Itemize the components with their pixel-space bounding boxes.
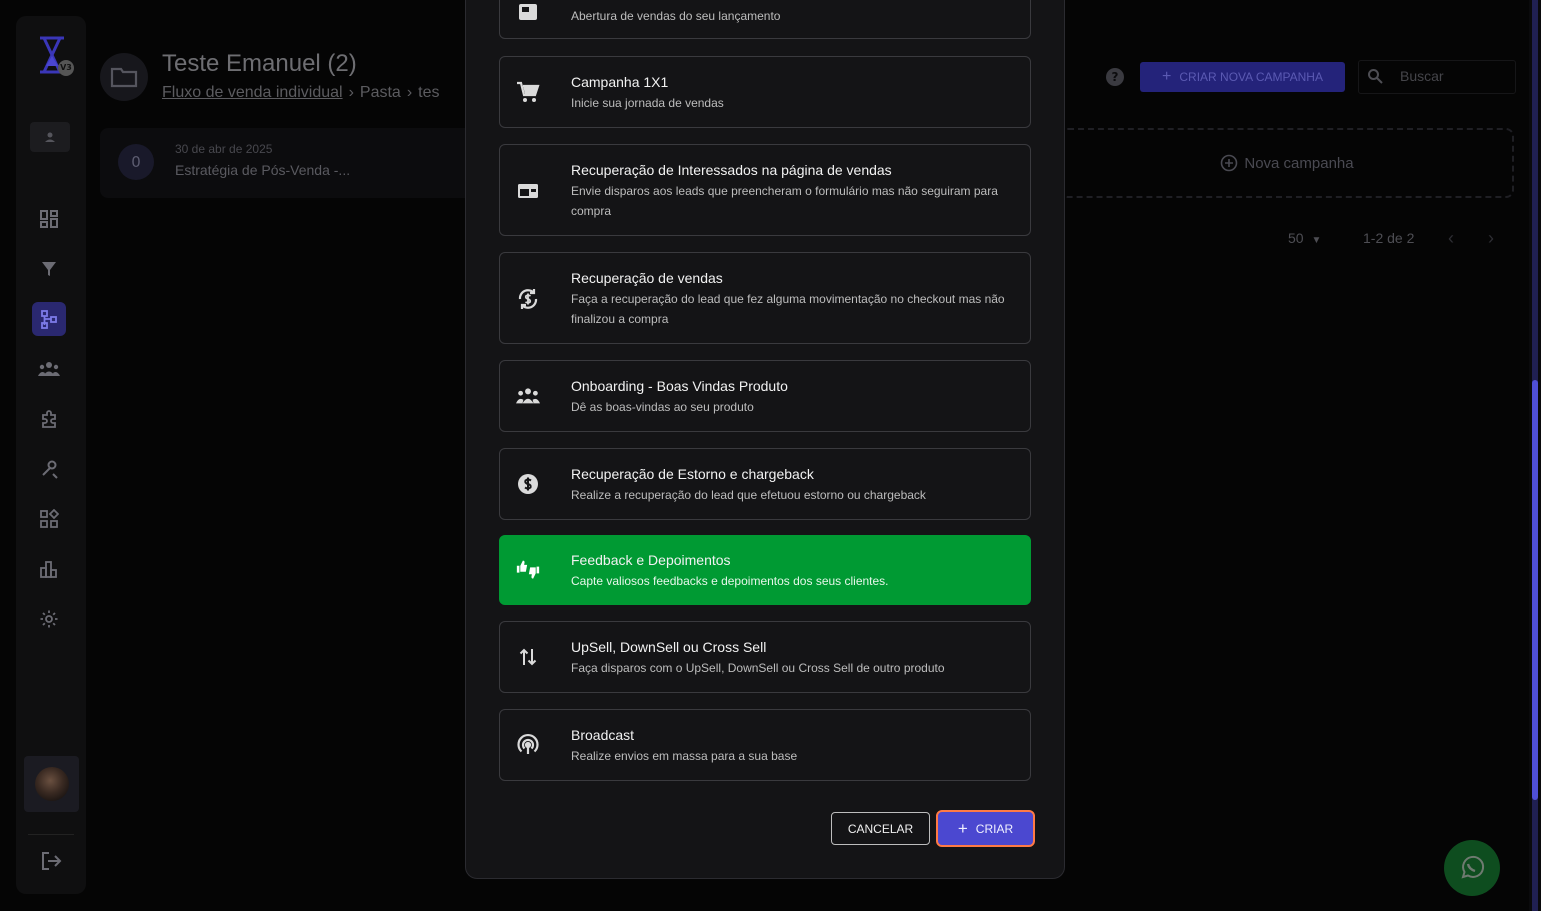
audience-icon[interactable] <box>32 352 66 386</box>
campaign-date: 30 de abr de 2025 <box>175 142 273 156</box>
broadcast-icon <box>516 733 540 757</box>
option-desc: Capte valiosos feedbacks e depoimentos d… <box>571 574 889 588</box>
version-badge: V3 <box>58 60 74 76</box>
option-desc: Dê as boas-vindas ao seu produto <box>571 400 754 414</box>
create-label: CRIAR <box>975 821 1014 836</box>
option-onboarding[interactable]: Onboarding - Boas Vindas Produto Dê as b… <box>499 360 1031 432</box>
create-campaign-modal: Abertura de vendas do seu lançamento Cam… <box>465 0 1065 879</box>
puzzle-icon[interactable] <box>32 402 66 436</box>
wrench-icon[interactable] <box>32 452 66 486</box>
breadcrumb: Fluxo de venda individual › Pasta › tes <box>162 84 439 102</box>
new-campaign-label: CRIAR NOVA CAMPANHA <box>1179 70 1323 84</box>
cancel-button[interactable]: CANCELAR <box>831 812 930 845</box>
option-desc: Faça a recuperação do lead que fez algum… <box>571 292 1005 326</box>
settings-icon[interactable] <box>32 602 66 636</box>
per-page-value: 50 <box>1288 230 1304 246</box>
whatsapp-icon <box>1461 855 1485 879</box>
next-page-icon[interactable]: › <box>1488 228 1494 249</box>
flows-icon[interactable] <box>32 302 66 336</box>
page-title: Teste Emanuel (2) <box>162 50 357 77</box>
per-page-select[interactable]: 50 ▼ <box>1288 230 1321 246</box>
breadcrumb-separator: › <box>406 84 413 101</box>
newspaper-icon <box>516 0 540 24</box>
option-title: UpSell, DownSell ou Cross Sell <box>571 639 767 655</box>
logout-icon[interactable] <box>34 848 68 874</box>
breadcrumb-item-current: tes <box>418 84 440 101</box>
option-title: Onboarding - Boas Vindas Produto <box>571 378 788 394</box>
option-launch[interactable]: Abertura de vendas do seu lançamento <box>499 0 1031 39</box>
option-desc: Realize envios em massa para a sua base <box>571 749 798 763</box>
campaign-count-badge: 0 <box>118 144 154 180</box>
add-campaign-button[interactable]: Nova campanha <box>1060 128 1514 198</box>
avatar <box>34 767 69 801</box>
prev-page-icon[interactable]: ‹ <box>1448 228 1454 249</box>
option-desc: Envie disparos aos leads que preencheram… <box>571 184 998 218</box>
help-icon[interactable]: ? <box>1106 68 1124 86</box>
option-estorno-chargeback[interactable]: Recuperação de Estorno e chargeback Real… <box>499 448 1031 520</box>
group-icon <box>516 384 540 408</box>
whatsapp-button[interactable] <box>1444 840 1500 896</box>
option-feedback-depoimentos[interactable]: Feedback e Depoimentos Capte valiosos fe… <box>499 535 1031 605</box>
reports-icon[interactable] <box>32 552 66 586</box>
option-title: Feedback e Depoimentos <box>571 552 731 568</box>
option-recuperacao-vendas[interactable]: Recuperação de vendas Faça a recuperação… <box>499 252 1031 344</box>
breadcrumb-link-flow[interactable]: Fluxo de venda individual <box>162 84 343 101</box>
funnel-icon[interactable] <box>32 252 66 286</box>
option-title: Recuperação de Interessados na página de… <box>571 162 892 178</box>
user-icon[interactable] <box>30 122 70 152</box>
thumbs-up-down-icon <box>516 558 540 582</box>
new-campaign-button[interactable]: + CRIAR NOVA CAMPANHA <box>1140 62 1345 92</box>
option-campanha-1x1[interactable]: Campanha 1X1 Inicie sua jornada de venda… <box>499 56 1031 128</box>
option-title: Recuperação de Estorno e chargeback <box>571 466 814 482</box>
breadcrumb-separator: › <box>348 84 354 101</box>
option-title: Broadcast <box>571 727 635 743</box>
swap-vert-icon <box>516 645 540 669</box>
add-campaign-label: Nova campanha <box>1244 154 1354 172</box>
option-recuperacao-interessados[interactable]: Recuperação de Interessados na página de… <box>499 144 1031 236</box>
sidebar-divider <box>28 834 74 835</box>
option-desc: Abertura de vendas do seu lançamento <box>571 9 781 23</box>
search-input[interactable] <box>1400 68 1510 84</box>
create-button[interactable]: + CRIAR <box>936 810 1035 847</box>
option-desc: Inicie sua jornada de vendas <box>571 96 724 110</box>
user-avatar-button[interactable] <box>24 756 79 812</box>
campaign-card[interactable]: 0 30 de abr de 2025 Estratégia de Pós-Ve… <box>100 128 500 198</box>
option-title: Campanha 1X1 <box>571 74 669 90</box>
cart-icon <box>516 80 540 104</box>
web-form-icon <box>516 179 540 203</box>
option-desc: Faça disparos com o UpSell, DownSell ou … <box>571 661 945 675</box>
campaign-name: Estratégia de Pós-Venda -... <box>175 162 351 178</box>
breadcrumb-item-folder[interactable]: Pasta <box>360 84 401 101</box>
plus-icon: + <box>957 818 968 838</box>
option-desc: Realize a recuperação do lead que efetuo… <box>571 488 926 502</box>
sidebar: V3 <box>16 16 86 894</box>
pagination-range: 1-2 de 2 <box>1363 230 1415 246</box>
app-root: V3 Teste Emanuel (2) Fluxo de venda indi… <box>0 0 1541 911</box>
add-circle-icon <box>1221 154 1238 172</box>
currency-sync-icon <box>516 287 540 311</box>
option-upsell-downsell[interactable]: UpSell, DownSell ou Cross Sell Faça disp… <box>499 621 1031 693</box>
option-broadcast[interactable]: Broadcast Realize envios em massa para a… <box>499 709 1031 781</box>
plus-icon: + <box>1162 68 1172 85</box>
search-icon <box>1367 68 1383 88</box>
dollar-circle-icon <box>516 472 540 496</box>
folder-icon <box>100 53 148 101</box>
widgets-icon[interactable] <box>32 502 66 536</box>
scrollbar-thumb[interactable] <box>1532 380 1538 800</box>
chevron-down-icon: ▼ <box>1311 235 1322 246</box>
option-title: Recuperação de vendas <box>571 270 723 286</box>
dashboard-icon[interactable] <box>32 202 66 236</box>
